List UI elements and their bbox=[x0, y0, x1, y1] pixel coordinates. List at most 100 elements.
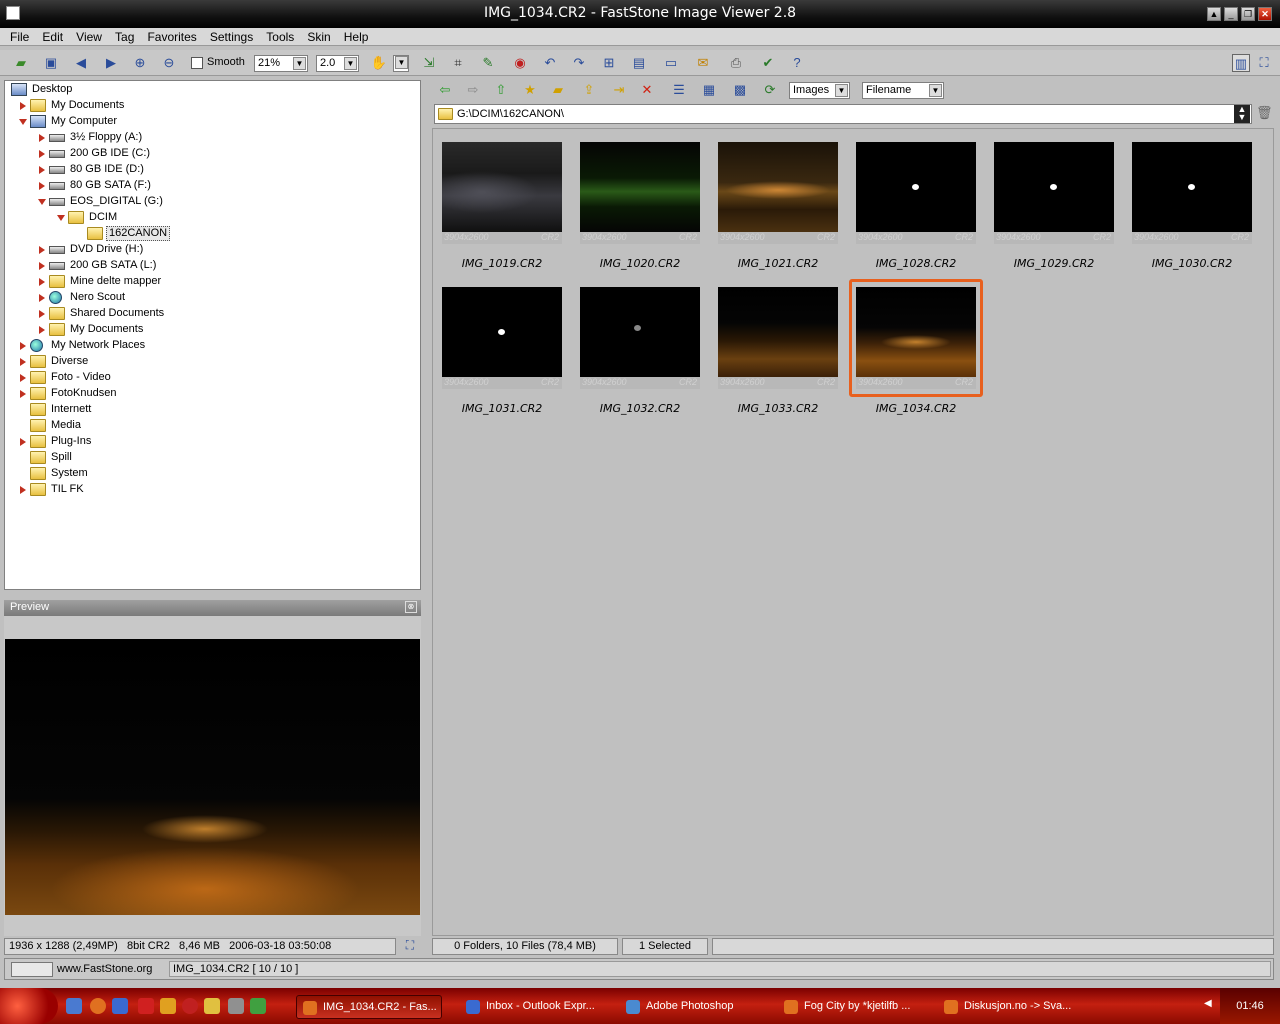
list-view-icon[interactable]: ☰ bbox=[670, 81, 688, 99]
folder-tree[interactable]: Desktop My Documents My Computer 3½ Floppy … bbox=[4, 80, 421, 590]
expand-arrow-icon[interactable] bbox=[20, 438, 26, 446]
email-icon[interactable]: ✉ bbox=[694, 54, 712, 72]
delete-icon[interactable]: ✕ bbox=[638, 81, 656, 99]
hand-tool-dropdown[interactable]: ▼ bbox=[393, 55, 409, 72]
crop-icon[interactable]: ⌗ bbox=[449, 54, 467, 72]
close-button[interactable]: ✕ bbox=[1258, 7, 1272, 21]
zoom-out-icon[interactable]: ⊖ bbox=[160, 54, 178, 72]
layout-icon[interactable]: ▥ bbox=[1232, 54, 1250, 72]
taskbar-button[interactable]: Fog City by *kjetilfb ... bbox=[778, 995, 928, 1019]
print-icon[interactable]: ⎙ bbox=[727, 54, 745, 72]
expand-arrow-icon[interactable] bbox=[39, 262, 45, 270]
thumbnail-item[interactable]: 3904x2600 CR2 IMG_1033.CR2 bbox=[718, 287, 838, 427]
next-icon[interactable]: ▶ bbox=[102, 54, 120, 72]
hand-tool-icon[interactable]: ✋ bbox=[370, 54, 388, 72]
expand-arrow-icon[interactable] bbox=[39, 278, 45, 286]
expand-arrow-icon[interactable] bbox=[39, 326, 45, 334]
thumbnail-grid[interactable]: 3904x2600 CR2 IMG_1019.CR2 3904x2600 CR2 IMG_… bbox=[432, 128, 1274, 936]
expand-arrow-icon[interactable] bbox=[20, 358, 26, 366]
save-icon[interactable]: ▣ bbox=[42, 54, 60, 72]
expand-arrow-icon[interactable] bbox=[20, 486, 26, 494]
expand-arrow-icon[interactable] bbox=[39, 150, 45, 158]
menu-tools[interactable]: Tools bbox=[266, 28, 294, 44]
quicklaunch-folder-icon[interactable] bbox=[204, 998, 220, 1014]
thumbnail-item[interactable]: 3904x2600 CR2 IMG_1031.CR2 bbox=[442, 287, 562, 427]
open-icon[interactable]: ▰ bbox=[12, 54, 30, 72]
minimize-button[interactable]: _ bbox=[1224, 7, 1238, 21]
move-to-icon[interactable]: ⇥ bbox=[610, 81, 628, 99]
thumbnail-item[interactable]: 3904x2600 CR2 IMG_1032.CR2 bbox=[580, 287, 700, 427]
favorites-icon[interactable]: ★ bbox=[521, 81, 539, 99]
resize-icon[interactable]: ⇲ bbox=[420, 54, 438, 72]
draw-icon[interactable]: ✎ bbox=[479, 54, 497, 72]
path-input[interactable]: G:\DCIM\162CANON\ bbox=[434, 104, 1252, 124]
red-eye-icon[interactable]: ◉ bbox=[511, 54, 529, 72]
menu-file[interactable]: File bbox=[10, 28, 29, 44]
thumbnail-item[interactable]: 3904x2600 CR2 IMG_1028.CR2 bbox=[856, 142, 976, 282]
thumbnail-item[interactable]: 3904x2600 CR2 IMG_1034.CR2 bbox=[849, 279, 983, 427]
menu-tag[interactable]: Tag bbox=[115, 28, 134, 44]
menu-favorites[interactable]: Favorites bbox=[147, 28, 196, 44]
collapse-arrow-icon[interactable] bbox=[57, 215, 65, 221]
rotate-left-icon[interactable]: ↶ bbox=[541, 54, 559, 72]
zoom-in-icon[interactable]: ⊕ bbox=[131, 54, 149, 72]
collapse-arrow-icon[interactable] bbox=[38, 199, 46, 205]
tray-expand-icon[interactable]: ◀ bbox=[1204, 998, 1218, 1014]
sort-select[interactable]: Filename ▼ bbox=[862, 82, 944, 99]
thumbnail-view-icon[interactable]: ▩ bbox=[731, 81, 749, 99]
preview-close-icon[interactable]: ⊗ bbox=[405, 601, 417, 613]
expand-arrow-icon[interactable] bbox=[39, 182, 45, 190]
zoom-select[interactable]: 21% ▼ bbox=[254, 55, 308, 72]
details-view-icon[interactable]: ▦ bbox=[700, 81, 718, 99]
rotate-right-icon[interactable]: ↷ bbox=[570, 54, 588, 72]
ratio-select[interactable]: 2.0 ▼ bbox=[316, 55, 359, 72]
help-icon[interactable]: ? bbox=[788, 54, 806, 72]
collapse-arrow-icon[interactable] bbox=[19, 119, 27, 125]
quicklaunch-app-icon[interactable] bbox=[138, 998, 154, 1014]
up-folder-icon[interactable]: ⇧ bbox=[492, 81, 510, 99]
path-history-spinner[interactable]: ▲ ▼ bbox=[1234, 105, 1250, 123]
taskbar-button[interactable]: Inbox - Outlook Expr... bbox=[460, 995, 612, 1019]
thumbnail-item[interactable]: 3904x2600 CR2 IMG_1021.CR2 bbox=[718, 142, 838, 282]
menu-skin[interactable]: Skin bbox=[307, 28, 330, 44]
smooth-checkbox[interactable] bbox=[191, 57, 203, 69]
thumbnail-item[interactable]: 3904x2600 CR2 IMG_1019.CR2 bbox=[442, 142, 562, 282]
previous-icon[interactable]: ◀ bbox=[72, 54, 90, 72]
back-icon[interactable]: ⇦ bbox=[436, 81, 454, 99]
forward-icon[interactable]: ⇨ bbox=[464, 81, 482, 99]
recycle-bin-icon[interactable]: 🗑 bbox=[1256, 105, 1273, 123]
refresh-icon[interactable]: ⟳ bbox=[761, 81, 779, 99]
expand-arrow-icon[interactable] bbox=[20, 390, 26, 398]
taskbar-button[interactable]: IMG_1034.CR2 - Fas... bbox=[296, 995, 442, 1019]
thumbnail-item[interactable]: 3904x2600 CR2 IMG_1030.CR2 bbox=[1132, 142, 1252, 282]
quicklaunch-opera-icon[interactable] bbox=[182, 998, 198, 1014]
expand-arrow-icon[interactable] bbox=[39, 166, 45, 174]
expand-arrow-icon[interactable] bbox=[39, 134, 45, 142]
slideshow-icon[interactable]: ▭ bbox=[662, 54, 680, 72]
thumbnail-item[interactable]: 3904x2600 CR2 IMG_1029.CR2 bbox=[994, 142, 1114, 282]
rollup-button[interactable]: ▲ bbox=[1207, 7, 1221, 21]
menu-help[interactable]: Help bbox=[344, 28, 369, 44]
expand-arrow-icon[interactable] bbox=[39, 310, 45, 318]
quicklaunch-desktop-icon[interactable] bbox=[66, 998, 82, 1014]
taskbar-button[interactable]: Diskusjon.no -> Sva... bbox=[938, 995, 1088, 1019]
fullscreen-icon[interactable]: ⛶ bbox=[1255, 54, 1273, 72]
copy-to-icon[interactable]: ⇪ bbox=[580, 81, 598, 99]
quicklaunch-messenger-icon[interactable] bbox=[250, 998, 266, 1014]
quicklaunch-tool-icon[interactable] bbox=[228, 998, 244, 1014]
tag-icon[interactable]: ✔ bbox=[759, 54, 777, 72]
preview-fit-icon[interactable]: ⛶ bbox=[400, 938, 420, 955]
expand-arrow-icon[interactable] bbox=[20, 102, 26, 110]
maximize-button[interactable]: ❐ bbox=[1241, 7, 1255, 21]
new-folder-icon[interactable]: ▰ bbox=[549, 81, 567, 99]
expand-arrow-icon[interactable] bbox=[20, 342, 26, 350]
taskbar-button[interactable]: Adobe Photoshop bbox=[620, 995, 770, 1019]
filter-select[interactable]: Images ▼ bbox=[789, 82, 850, 99]
quicklaunch-winamp-icon[interactable] bbox=[160, 998, 176, 1014]
menu-settings[interactable]: Settings bbox=[210, 28, 253, 44]
thumbnail-item[interactable]: 3904x2600 CR2 IMG_1020.CR2 bbox=[580, 142, 700, 282]
menu-view[interactable]: View bbox=[76, 28, 102, 44]
filmstrip-icon[interactable]: ▤ bbox=[630, 54, 648, 72]
compare-icon[interactable]: ⊞ bbox=[600, 54, 618, 72]
quicklaunch-firefox-icon[interactable] bbox=[90, 998, 106, 1014]
